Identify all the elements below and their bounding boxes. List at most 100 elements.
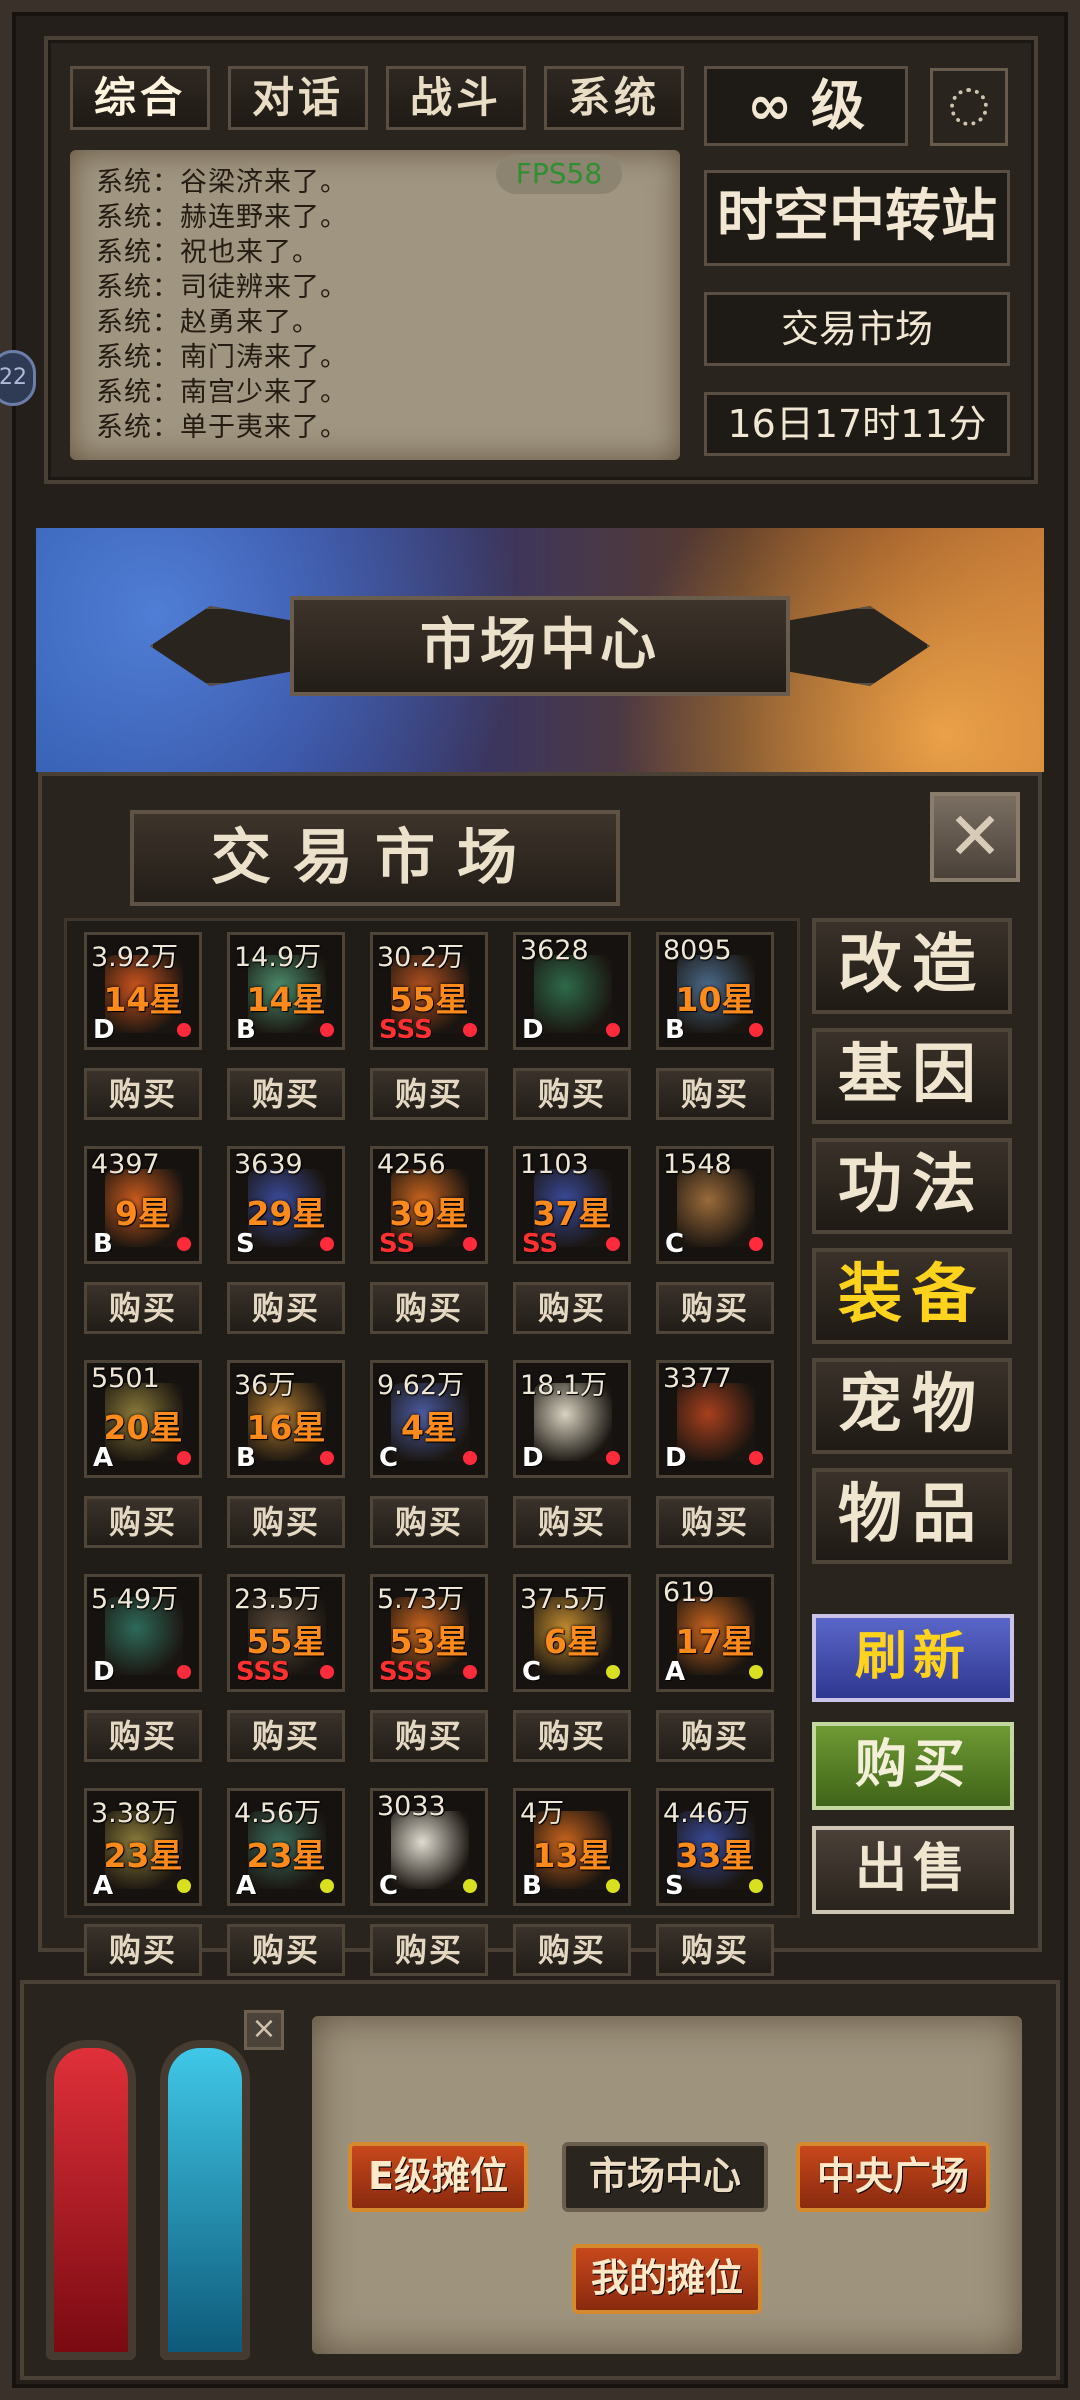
buy-button[interactable]: 购买 bbox=[84, 1068, 202, 1120]
minimize-button[interactable]: × bbox=[244, 2010, 284, 2050]
buy-button[interactable]: 购买 bbox=[656, 1282, 774, 1334]
buy-button[interactable]: 购买 bbox=[227, 1068, 345, 1120]
item-stars: 55星 bbox=[389, 980, 469, 1019]
item-slot[interactable]: 3.38万 23星 A bbox=[84, 1788, 202, 1906]
item-slot[interactable]: 3639 29星 S bbox=[227, 1146, 345, 1264]
tab-3[interactable]: 系统 bbox=[544, 66, 684, 130]
buy-button[interactable]: 购买 bbox=[227, 1924, 345, 1976]
buy-button[interactable]: 购买 bbox=[84, 1282, 202, 1334]
item-slot[interactable]: 3.92万 14星 D bbox=[84, 932, 202, 1050]
item-slot[interactable]: 14.9万 14星 B bbox=[227, 932, 345, 1050]
buy-button[interactable]: 购买 bbox=[513, 1496, 631, 1548]
item-stars: 6星 bbox=[544, 1622, 600, 1661]
item-price: 3377 bbox=[663, 1363, 732, 1394]
settings-button[interactable] bbox=[930, 68, 1008, 146]
status-dot bbox=[177, 1023, 191, 1037]
item-slot[interactable]: 9.62万 4星 C bbox=[370, 1360, 488, 1478]
item-slot[interactable]: 4397 9星 B bbox=[84, 1146, 202, 1264]
item-slot[interactable]: 4万 13星 B bbox=[513, 1788, 631, 1906]
buy-button[interactable]: 购买 bbox=[84, 1710, 202, 1762]
category-0[interactable]: 改造 bbox=[812, 918, 1012, 1014]
item-slot[interactable]: 37.5万 6星 C bbox=[513, 1574, 631, 1692]
item-grade: D bbox=[522, 1015, 544, 1045]
status-dot bbox=[606, 1665, 620, 1679]
buy-button[interactable]: 购买 bbox=[370, 1282, 488, 1334]
category-4[interactable]: 宠物 bbox=[812, 1358, 1012, 1454]
category-1[interactable]: 基因 bbox=[812, 1028, 1012, 1124]
buy-button[interactable]: 购买 bbox=[513, 1068, 631, 1120]
category-5[interactable]: 物品 bbox=[812, 1468, 1012, 1564]
market-title: 交易市场 bbox=[130, 810, 620, 906]
level-box: ∞ 级 bbox=[704, 66, 908, 146]
station-name: 时空中转站 bbox=[704, 170, 1010, 266]
item-grade: D bbox=[93, 1015, 115, 1045]
item-slot[interactable]: 23.5万 55星 SSS bbox=[227, 1574, 345, 1692]
item-stars: 4星 bbox=[401, 1408, 457, 1447]
buy-button[interactable]: 购买 bbox=[656, 1068, 774, 1120]
item-slot[interactable]: 1103 37星 SS bbox=[513, 1146, 631, 1264]
tab-0[interactable]: 综合 bbox=[70, 66, 210, 130]
item-slot[interactable]: 36万 16星 B bbox=[227, 1360, 345, 1478]
chat-log[interactable]: FPS58 系统：谷梁济来了。 系统：赫连野来了。 系统：祝也来了。 系统：司徒辨来了… bbox=[70, 150, 680, 460]
item-slot[interactable]: 4.46万 33星 S bbox=[656, 1788, 774, 1906]
refresh-button[interactable]: 刷新 bbox=[812, 1614, 1014, 1702]
item-price: 18.1万 bbox=[520, 1370, 608, 1401]
item-slot[interactable]: 1548 C bbox=[656, 1146, 774, 1264]
item-grade: D bbox=[93, 1657, 115, 1687]
buy-button[interactable]: 购买 bbox=[513, 1282, 631, 1334]
item-slot[interactable]: 619 17星 A bbox=[656, 1574, 774, 1692]
e-stall-button[interactable]: E级摊位 bbox=[348, 2142, 528, 2212]
category-3[interactable]: 装备 bbox=[812, 1248, 1012, 1344]
market-center-button[interactable]: 市场中心 bbox=[562, 2142, 768, 2212]
buy-button[interactable]: 购买 bbox=[370, 1710, 488, 1762]
item-price: 3.38万 bbox=[91, 1798, 179, 1829]
buy-button[interactable]: 购买 bbox=[513, 1710, 631, 1762]
buy-button[interactable]: 购买 bbox=[227, 1710, 345, 1762]
item-price: 3.92万 bbox=[91, 942, 179, 973]
buy-button[interactable]: 购买 bbox=[227, 1496, 345, 1548]
item-grade: A bbox=[93, 1443, 114, 1473]
item-stars: 14星 bbox=[103, 980, 183, 1019]
item-slot[interactable]: 30.2万 55星 SSS bbox=[370, 932, 488, 1050]
buy-button[interactable]: 购买 bbox=[84, 1924, 202, 1976]
bulk-buy-button[interactable]: 购买 bbox=[812, 1722, 1014, 1810]
buy-button[interactable]: 购买 bbox=[513, 1924, 631, 1976]
buy-button[interactable]: 购买 bbox=[656, 1710, 774, 1762]
item-grade: B bbox=[665, 1015, 685, 1045]
close-button[interactable]: ✕ bbox=[930, 792, 1020, 882]
item-slot[interactable]: 18.1万 D bbox=[513, 1360, 631, 1478]
item-price: 4.46万 bbox=[663, 1798, 751, 1829]
my-stall-button[interactable]: 我的摊位 bbox=[572, 2244, 762, 2314]
buy-button[interactable]: 购买 bbox=[656, 1924, 774, 1976]
central-square-button[interactable]: 中央广场 bbox=[796, 2142, 990, 2212]
category-2[interactable]: 功法 bbox=[812, 1138, 1012, 1234]
item-slot[interactable]: 4.56万 23星 A bbox=[227, 1788, 345, 1906]
buy-button[interactable]: 购买 bbox=[84, 1496, 202, 1548]
item-slot[interactable]: 4256 39星 SS bbox=[370, 1146, 488, 1264]
item-stars: 37星 bbox=[532, 1194, 612, 1233]
tab-1[interactable]: 对话 bbox=[228, 66, 368, 130]
status-dot bbox=[320, 1451, 334, 1465]
side-bubble[interactable]: 22 bbox=[0, 350, 36, 406]
item-slot[interactable]: 5.49万 D bbox=[84, 1574, 202, 1692]
item-price: 5501 bbox=[91, 1363, 160, 1394]
buy-button[interactable]: 购买 bbox=[370, 1924, 488, 1976]
item-slot[interactable]: 5501 20星 A bbox=[84, 1360, 202, 1478]
buy-button[interactable]: 购买 bbox=[370, 1496, 488, 1548]
area-name[interactable]: 交易市场 bbox=[704, 292, 1010, 366]
buy-button[interactable]: 购买 bbox=[227, 1282, 345, 1334]
status-dot bbox=[749, 1451, 763, 1465]
item-grade: C bbox=[379, 1871, 399, 1901]
buy-button[interactable]: 购买 bbox=[656, 1496, 774, 1548]
tab-2[interactable]: 战斗 bbox=[386, 66, 526, 130]
item-slot[interactable]: 8095 10星 B bbox=[656, 932, 774, 1050]
item-slot[interactable]: 3377 D bbox=[656, 1360, 774, 1478]
item-stars: 53星 bbox=[389, 1622, 469, 1661]
buy-button[interactable]: 购买 bbox=[370, 1068, 488, 1120]
item-slot[interactable]: 3033 C bbox=[370, 1788, 488, 1906]
item-price: 5.73万 bbox=[377, 1584, 465, 1615]
item-slot[interactable]: 3628 D bbox=[513, 932, 631, 1050]
item-slot[interactable]: 5.73万 53星 SSS bbox=[370, 1574, 488, 1692]
sell-button[interactable]: 出售 bbox=[812, 1826, 1014, 1914]
item-price: 4万 bbox=[520, 1798, 565, 1829]
